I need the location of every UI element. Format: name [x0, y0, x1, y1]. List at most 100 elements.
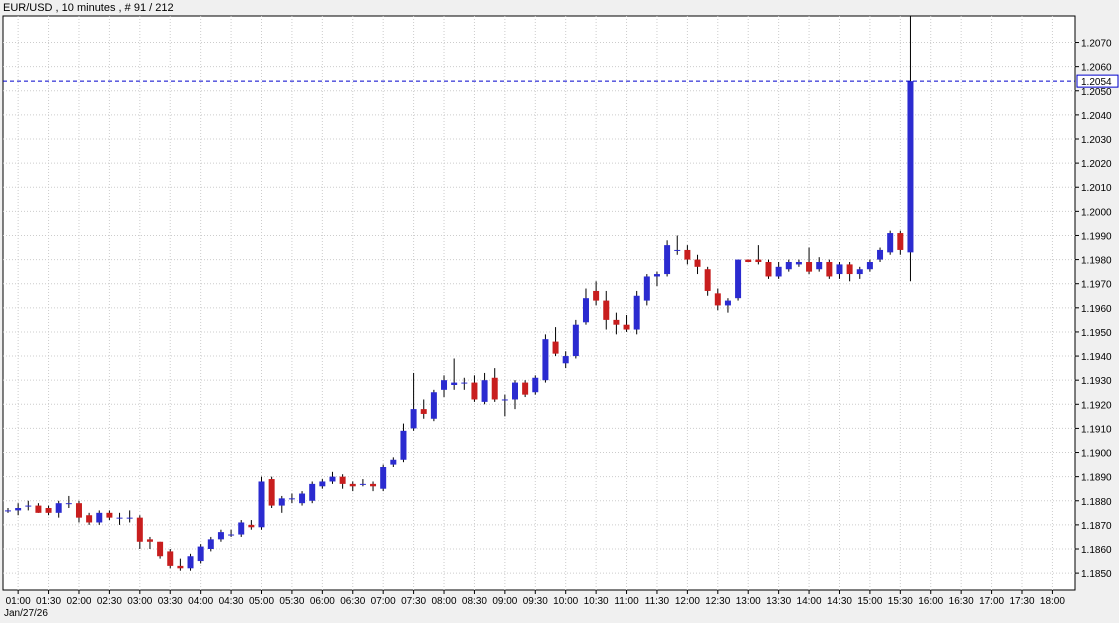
candle-body — [430, 392, 437, 419]
x-tick-label: 02:30 — [97, 596, 122, 607]
x-tick-label: 01:00 — [6, 596, 31, 607]
candle-body — [278, 498, 285, 506]
candle-body — [907, 81, 914, 253]
candle-body — [187, 556, 194, 569]
y-tick-label: 1.1990 — [1081, 231, 1112, 242]
y-tick-label: 1.2030 — [1081, 135, 1112, 146]
candle-body — [25, 505, 32, 507]
candle-body — [299, 493, 306, 504]
x-tick-label: 13:00 — [736, 596, 761, 607]
candle-body — [846, 264, 853, 275]
candle-body — [248, 524, 255, 528]
candle-body — [623, 324, 630, 330]
candle-body — [501, 399, 508, 401]
candle-body — [532, 377, 539, 393]
candle-body — [887, 233, 894, 253]
y-tick-label: 1.1880 — [1081, 497, 1112, 508]
x-tick-label: 04:00 — [188, 596, 213, 607]
y-tick-label: 1.1890 — [1081, 473, 1112, 484]
x-tick-label: 07:30 — [401, 596, 426, 607]
candle-body — [785, 262, 792, 270]
x-tick-label: 03:00 — [127, 596, 152, 607]
y-axis: 1.1850 1.1860 1.1870 1.1880 1.1890 1.1900 1.19… — [1075, 39, 1112, 580]
candle-body — [582, 298, 589, 323]
y-tick-label: 1.1900 — [1081, 449, 1112, 460]
x-tick-label: 13:30 — [766, 596, 791, 607]
candlestick-chart[interactable]: 1.2054 1.18501.18601.18701.18801.18901.1… — [0, 0, 1119, 623]
candle — [187, 553, 194, 571]
candle — [522, 380, 529, 398]
candle-body — [349, 483, 356, 487]
candle-body — [370, 483, 377, 487]
candle-body — [806, 262, 813, 272]
x-tick-label: 17:00 — [979, 596, 1004, 607]
candle-body — [55, 503, 62, 513]
candle-body — [380, 467, 387, 489]
candle-body — [329, 476, 336, 482]
candle-body — [45, 508, 52, 513]
candle-body — [755, 259, 762, 262]
y-tick-label: 1.2000 — [1081, 207, 1112, 218]
candle — [258, 476, 265, 530]
candle — [380, 464, 387, 492]
candle-body — [471, 382, 478, 400]
x-tick-label: 02:00 — [66, 596, 91, 607]
y-tick-label: 1.1860 — [1081, 545, 1112, 556]
candle-body — [491, 377, 498, 400]
y-tick-label: 1.2070 — [1081, 39, 1112, 50]
candle-body — [816, 262, 823, 270]
candle-body — [745, 259, 752, 262]
candle — [197, 544, 204, 564]
candle-body — [897, 233, 904, 250]
x-tick-label: 15:30 — [888, 596, 913, 607]
x-tick-label: 10:00 — [553, 596, 578, 607]
candle-body — [603, 300, 610, 320]
x-tick-label: 16:00 — [918, 596, 943, 607]
candle-body — [359, 483, 366, 485]
candle-body — [714, 293, 721, 306]
candle-body — [775, 266, 782, 277]
candle-body — [390, 459, 397, 465]
y-tick-label: 1.1970 — [1081, 280, 1112, 291]
candle-body — [866, 262, 873, 270]
candle — [309, 481, 316, 504]
candle — [268, 476, 275, 508]
y-tick-label: 1.1940 — [1081, 352, 1112, 363]
candle-body — [542, 339, 549, 381]
x-tick-label: 14:30 — [827, 596, 852, 607]
y-tick-label: 1.1980 — [1081, 256, 1112, 267]
candle-body — [65, 503, 72, 505]
candle-body — [836, 264, 843, 275]
candle-body — [694, 259, 701, 267]
chart-window: EUR/USD , 10 minutes , # 91 / 212 1.2054… — [0, 0, 1119, 623]
candle — [745, 259, 752, 262]
y-tick-label: 1.1910 — [1081, 424, 1112, 435]
x-tick-label: 11:00 — [614, 596, 639, 607]
y-tick-label: 1.1960 — [1081, 304, 1112, 315]
candle-body — [288, 498, 295, 500]
y-tick-label: 1.1950 — [1081, 328, 1112, 339]
candle — [826, 259, 833, 279]
candle — [532, 375, 539, 395]
candle-body — [258, 481, 265, 528]
candle-body — [106, 512, 113, 518]
candle-body — [562, 356, 569, 364]
candle — [572, 319, 579, 359]
x-tick-label: 17:30 — [1009, 596, 1034, 607]
candle-body — [96, 512, 103, 523]
x-tick-label: 12:00 — [675, 596, 700, 607]
candle-body — [75, 503, 82, 518]
y-tick-label: 1.1930 — [1081, 376, 1112, 387]
candle-body — [795, 262, 802, 265]
candle-body — [309, 483, 316, 501]
candle-body — [146, 539, 153, 542]
candle — [887, 230, 894, 255]
candle-body — [441, 380, 448, 390]
candle-body — [664, 245, 671, 275]
candle — [735, 259, 742, 301]
y-tick-label: 1.2010 — [1081, 183, 1112, 194]
candle-body — [856, 269, 863, 275]
candle-body — [228, 534, 235, 536]
candle — [167, 549, 174, 569]
candle-body — [461, 382, 468, 384]
